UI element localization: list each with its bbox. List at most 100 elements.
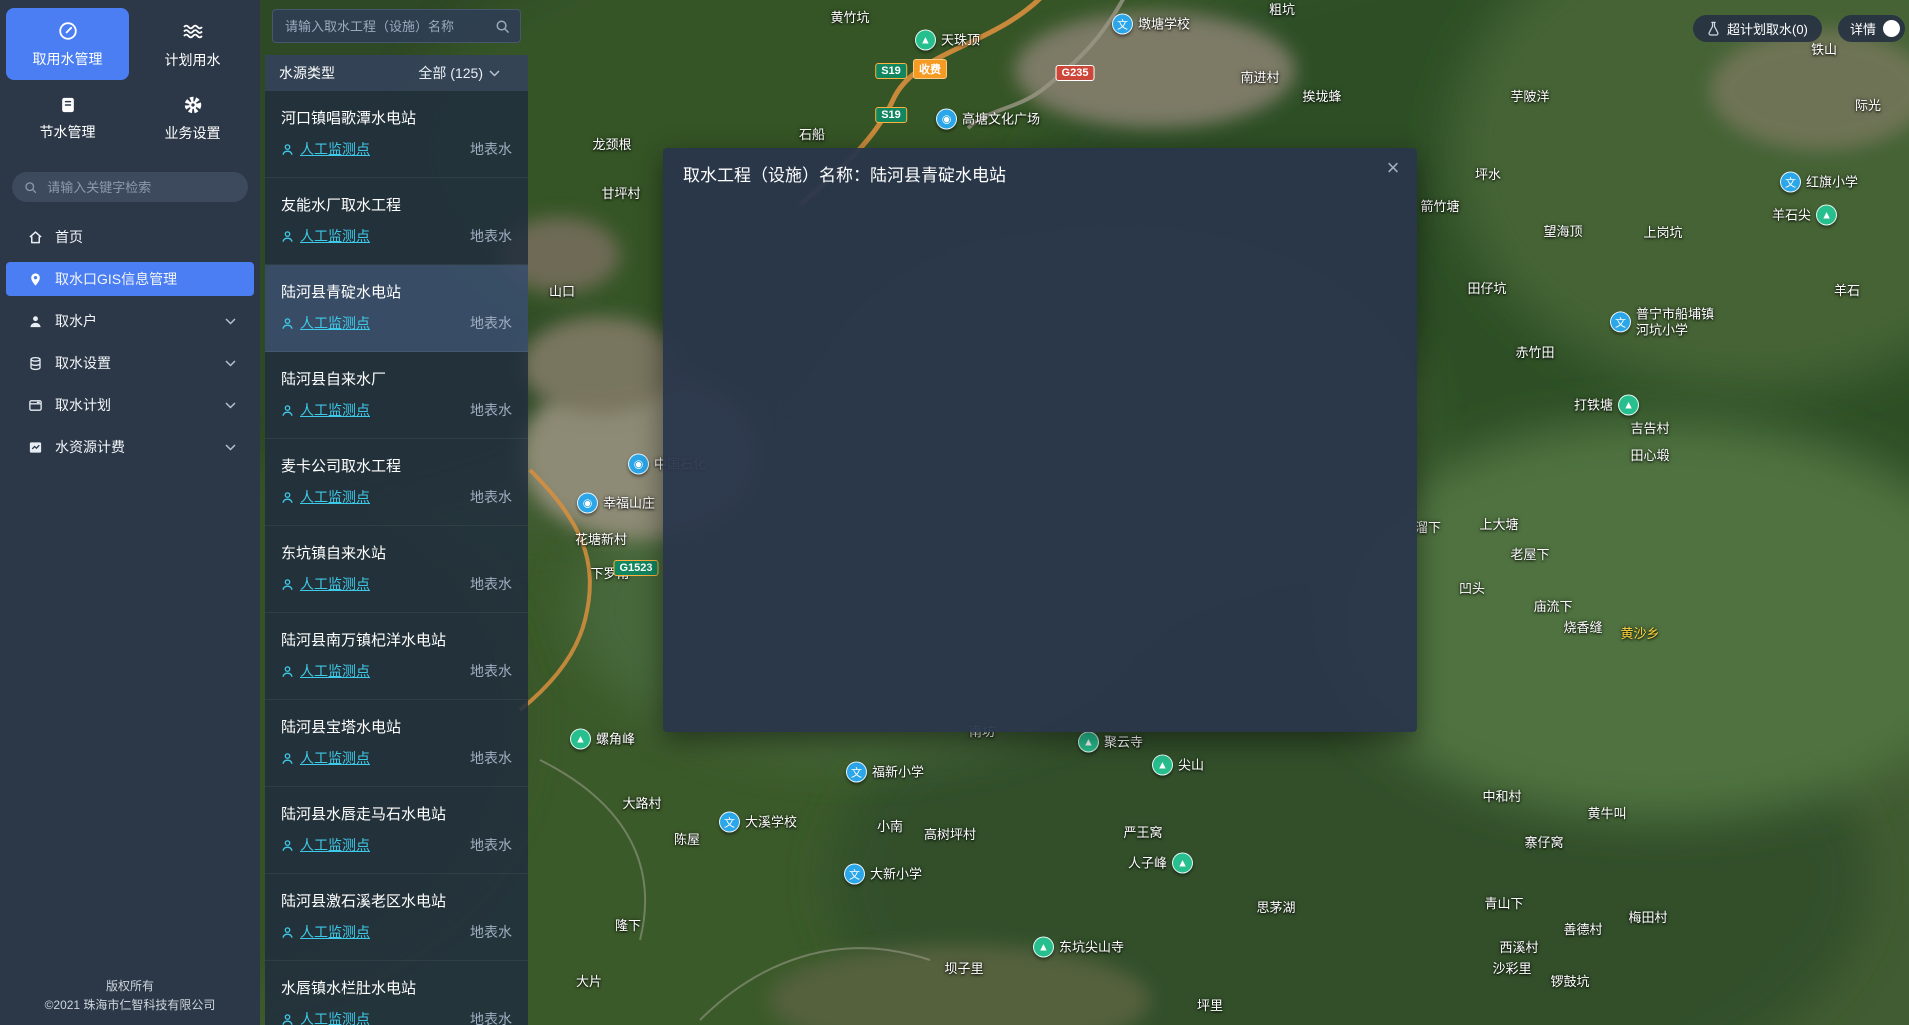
plan-icon	[28, 398, 43, 413]
module-switcher: 取用水管理 计划用水 节水管理	[0, 0, 260, 158]
list-item[interactable]: 陆河县宝塔水电站 人工监测点 地表水	[265, 700, 528, 787]
water-source-type: 地表水	[470, 835, 512, 855]
list-item[interactable]: 麦卡公司取水工程 人工监测点 地表水	[265, 439, 528, 526]
monitor-type-link[interactable]: 人工监测点	[300, 1009, 370, 1025]
water-source-type: 地表水	[470, 226, 512, 246]
person-icon	[281, 578, 294, 591]
station-list-header: 水源类型 全部 (125)	[265, 55, 528, 91]
station-name: 陆河县青碇水电站	[281, 281, 512, 302]
module-label: 计划用水	[165, 50, 221, 70]
station-list-body: 水源类型 全部 (125) 河口镇唱歌潭水电站 人工监测点 地表水 友能	[265, 55, 528, 1025]
menu-item-water-users[interactable]: 取水户	[0, 304, 260, 338]
close-icon[interactable]: ×	[1381, 154, 1405, 182]
map-pin-icon	[28, 272, 43, 287]
menu-item-home[interactable]: 首页	[0, 220, 260, 254]
list-item[interactable]: 陆河县激石溪老区水电站 人工监测点 地表水	[265, 874, 528, 961]
monitor-type-link[interactable]: 人工监测点	[300, 748, 370, 768]
monitor-type-link[interactable]: 人工监测点	[300, 661, 370, 681]
copyright-line1: 版权所有	[0, 977, 260, 996]
module-label: 业务设置	[165, 123, 221, 143]
monitor-type-link[interactable]: 人工监测点	[300, 835, 370, 855]
person-icon	[281, 1013, 294, 1025]
list-item[interactable]: 水唇镇水栏肚水电站 人工监测点 地表水	[265, 961, 528, 1025]
station-name: 陆河县宝塔水电站	[281, 716, 512, 737]
station-name: 麦卡公司取水工程	[281, 455, 512, 476]
monthly-volume-chart	[663, 418, 1417, 718]
module-label: 取用水管理	[33, 49, 103, 69]
station-name: 陆河县南万镇杞洋水电站	[281, 629, 512, 650]
person-icon	[281, 317, 294, 330]
module-water-saving-management[interactable]: 节水管理	[6, 82, 129, 154]
sidebar-menu: 首页 取水口GIS信息管理 取水户	[0, 220, 260, 464]
station-name: 东坑镇自来水站	[281, 542, 512, 563]
station-detail-modal: 取水工程（设施）名称：陆河县青碇水电站 ×	[663, 148, 1417, 732]
search-icon	[495, 19, 510, 34]
monitor-type-link[interactable]: 人工监测点	[300, 313, 370, 333]
menu-label: 取水口GIS信息管理	[55, 269, 177, 289]
user-icon	[28, 314, 43, 329]
search-icon	[24, 180, 37, 195]
detail-toggle[interactable]: 详情	[1838, 15, 1905, 42]
station-list: 河口镇唱歌潭水电站 人工监测点 地表水 友能水厂取水工程 人工监测点 地表水	[265, 91, 528, 1025]
chevron-down-icon	[489, 70, 500, 77]
station-name: 友能水厂取水工程	[281, 194, 512, 215]
home-icon	[28, 230, 43, 245]
list-item[interactable]: 友能水厂取水工程 人工监测点 地表水	[265, 178, 528, 265]
station-name: 陆河县激石溪老区水电站	[281, 890, 512, 911]
menu-item-water-billing[interactable]: 水资源计费	[0, 430, 260, 464]
app-window: 黄竹坑石船龙颈根甘坪村山口粗坑南进村挨垅蜂芋陂洋际光铁山坪水箭竹塘望海顶上岗坑羊…	[0, 0, 1909, 1025]
list-item[interactable]: 陆河县水唇走马石水电站 人工监测点 地表水	[265, 787, 528, 874]
monitor-type-link[interactable]: 人工监测点	[300, 226, 370, 246]
monitor-type-link[interactable]: 人工监测点	[300, 922, 370, 942]
module-label: 节水管理	[40, 122, 96, 142]
copyright-footer: 版权所有 ©2021 珠海市仁智科技有限公司	[0, 977, 260, 1025]
list-item[interactable]: 陆河县青碇水电站 人工监测点 地表水	[265, 265, 528, 352]
waves-icon	[181, 19, 205, 43]
station-list-panel: 水源类型 全部 (125) 河口镇唱歌潭水电站 人工监测点 地表水 友能	[265, 0, 528, 1025]
menu-label: 取水设置	[55, 353, 111, 373]
toggle-knob[interactable]	[1883, 20, 1900, 37]
menu-label: 取水户	[55, 311, 97, 331]
module-business-settings[interactable]: 业务设置	[131, 82, 254, 154]
station-search-box[interactable]	[272, 9, 521, 43]
over-plan-intake-button[interactable]: 超计划取水(0)	[1693, 15, 1822, 42]
module-planned-water-use[interactable]: 计划用水	[131, 8, 254, 80]
person-icon	[281, 839, 294, 852]
menu-label: 取水计划	[55, 395, 111, 415]
meter-icon	[57, 20, 79, 42]
person-icon	[281, 752, 294, 765]
water-source-type: 地表水	[470, 313, 512, 333]
station-search-input[interactable]	[283, 18, 489, 35]
document-icon	[58, 95, 78, 115]
person-icon	[281, 230, 294, 243]
person-icon	[281, 665, 294, 678]
monitor-type-link[interactable]: 人工监测点	[300, 139, 370, 159]
keyword-search-input[interactable]	[45, 179, 236, 196]
water-source-type: 地表水	[470, 1009, 512, 1025]
monitor-type-link[interactable]: 人工监测点	[300, 574, 370, 594]
station-name: 陆河县水唇走马石水电站	[281, 803, 512, 824]
database-icon	[28, 356, 43, 371]
person-icon	[281, 491, 294, 504]
list-item[interactable]: 陆河县自来水厂 人工监测点 地表水	[265, 352, 528, 439]
menu-item-intake-plan[interactable]: 取水计划	[0, 388, 260, 422]
keyword-search-box[interactable]	[12, 172, 248, 202]
monitor-type-link[interactable]: 人工监测点	[300, 400, 370, 420]
billing-chart-icon	[28, 440, 43, 455]
station-name: 陆河县自来水厂	[281, 368, 512, 389]
module-water-intake-management[interactable]: 取用水管理	[6, 8, 129, 80]
menu-item-intake-settings[interactable]: 取水设置	[0, 346, 260, 380]
water-source-type: 地表水	[470, 748, 512, 768]
list-item[interactable]: 河口镇唱歌潭水电站 人工监测点 地表水	[265, 91, 528, 178]
gear-icon	[182, 94, 204, 116]
station-name: 水唇镇水栏肚水电站	[281, 977, 512, 998]
person-icon	[281, 404, 294, 417]
monitor-type-link[interactable]: 人工监测点	[300, 487, 370, 507]
copyright-line2: ©2021 珠海市仁智科技有限公司	[0, 996, 260, 1015]
source-type-filter[interactable]: 全部 (125)	[418, 63, 514, 83]
list-item[interactable]: 东坑镇自来水站 人工监测点 地表水	[265, 526, 528, 613]
water-source-type: 地表水	[470, 400, 512, 420]
menu-item-gis-info[interactable]: 取水口GIS信息管理	[6, 262, 254, 296]
menu-label: 水资源计费	[55, 437, 125, 457]
list-item[interactable]: 陆河县南万镇杞洋水电站 人工监测点 地表水	[265, 613, 528, 700]
